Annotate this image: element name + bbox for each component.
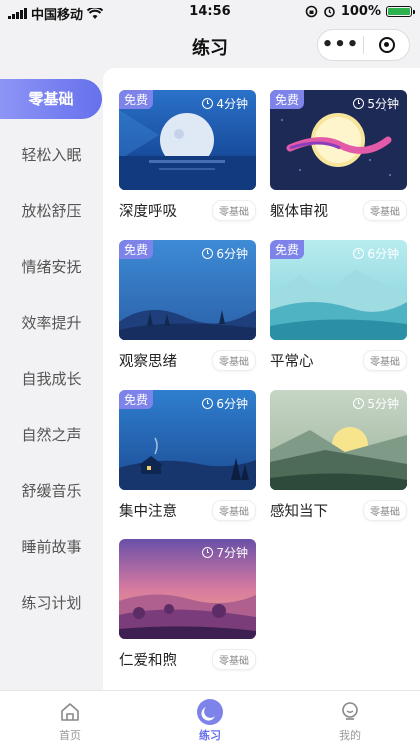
sidebar-item-efficiency[interactable]: 效率提升 xyxy=(0,303,103,343)
clock-icon xyxy=(353,248,365,259)
course-thumbnail: 7分钟 xyxy=(119,539,256,639)
free-badge: 免费 xyxy=(270,90,305,109)
duration-label: 5分钟 xyxy=(353,95,399,112)
level-tag: 零基础 xyxy=(363,500,407,521)
tab-practice[interactable]: 练习 xyxy=(140,691,280,748)
level-tag: 零基础 xyxy=(212,500,256,521)
sidebar-item-beginner[interactable]: 零基础 xyxy=(0,79,102,119)
status-bar: 中国移动 14:56 100% xyxy=(0,0,420,24)
home-icon xyxy=(61,703,79,721)
course-card-equanimity[interactable]: 免费 6分钟 平常心 零基础 xyxy=(270,240,407,371)
level-tag: 零基础 xyxy=(212,200,256,221)
tab-label: 首页 xyxy=(59,729,81,742)
duration-text: 6分钟 xyxy=(216,397,248,411)
course-thumbnail: 免费 6分钟 xyxy=(119,240,256,340)
sidebar-item-relax[interactable]: 放松舒压 xyxy=(0,191,103,231)
duration-label: 6分钟 xyxy=(202,395,248,412)
card-title: 躯体审视 xyxy=(270,204,328,220)
clock-icon xyxy=(353,98,365,109)
sidebar-item-plan[interactable]: 练习计划 xyxy=(0,583,103,623)
course-thumbnail: 免费 5分钟 xyxy=(270,90,407,190)
course-card-loving-kindness[interactable]: 7分钟 仁爱和煦 零基础 xyxy=(119,539,256,670)
course-card-observe-thoughts[interactable]: 免费 6分钟 观察思绪 零基础 xyxy=(119,240,256,371)
sidebar-item-music[interactable]: 舒缓音乐 xyxy=(0,471,103,511)
sidebar-item-nature[interactable]: 自然之声 xyxy=(0,415,103,455)
more-menu-button[interactable]: ••• xyxy=(318,31,363,59)
clock-icon xyxy=(202,398,214,409)
course-thumbnail: 免费 6分钟 xyxy=(270,240,407,340)
duration-text: 5分钟 xyxy=(367,97,399,111)
card-title: 观察思绪 xyxy=(119,354,177,370)
close-button[interactable] xyxy=(364,37,409,53)
clock-icon xyxy=(202,547,214,558)
card-title: 深度呼吸 xyxy=(119,204,177,220)
alarm-icon xyxy=(324,6,335,18)
duration-label: 6分钟 xyxy=(202,245,248,262)
course-card-body-scan[interactable]: 免费 5分钟 躯体审视 零基础 xyxy=(270,90,407,221)
free-badge: 免费 xyxy=(119,240,154,259)
battery-percent: 100% xyxy=(340,4,381,19)
level-tag: 零基础 xyxy=(363,200,407,221)
level-tag: 零基础 xyxy=(363,350,407,371)
course-card-deep-breathing[interactable]: 免费 4分钟 深度呼吸 零基础 xyxy=(119,90,256,221)
bottom-tab-bar: 首页 练习 我的 xyxy=(0,690,420,748)
duration-label: 6分钟 xyxy=(353,245,399,262)
profile-icon xyxy=(342,702,358,720)
card-title: 集中注意 xyxy=(119,504,177,520)
free-badge: 免费 xyxy=(270,240,305,259)
mini-program-capsule: ••• xyxy=(317,29,410,61)
tab-home[interactable]: 首页 xyxy=(0,691,140,748)
card-title: 仁爱和煦 xyxy=(119,653,177,669)
rotation-lock-icon xyxy=(305,5,318,18)
clock-icon xyxy=(202,248,214,259)
category-sidebar: 零基础 轻松入眠 放松舒压 情绪安抚 效率提升 自我成长 自然之声 舒缓音乐 睡… xyxy=(0,68,103,690)
tab-profile[interactable]: 我的 xyxy=(280,691,420,748)
course-card-focus[interactable]: 免费 6分钟 集中注意 零基础 xyxy=(119,390,256,521)
duration-text: 4分钟 xyxy=(216,97,248,111)
card-title: 平常心 xyxy=(270,354,314,370)
course-card-present-awareness[interactable]: 5分钟 感知当下 零基础 xyxy=(270,390,407,521)
course-thumbnail: 5分钟 xyxy=(270,390,407,490)
course-grid: 免费 4分钟 深度呼吸 零基础 免费 5分钟 躯体审视 零基础 免费 6分钟 观… xyxy=(103,68,420,690)
battery-icon xyxy=(386,6,415,17)
target-icon xyxy=(378,37,395,53)
level-tag: 零基础 xyxy=(212,649,256,670)
practice-icon xyxy=(197,699,223,725)
sidebar-item-emotion[interactable]: 情绪安抚 xyxy=(0,247,103,287)
clock-icon xyxy=(353,398,365,409)
course-thumbnail: 免费 6分钟 xyxy=(119,390,256,490)
duration-text: 7分钟 xyxy=(216,546,248,560)
clock-icon xyxy=(202,98,214,109)
nav-bar: 练习 ••• xyxy=(0,24,420,68)
tab-label: 练习 xyxy=(199,729,221,742)
duration-label: 7分钟 xyxy=(202,544,248,561)
sidebar-item-growth[interactable]: 自我成长 xyxy=(0,359,103,399)
course-thumbnail: 免费 4分钟 xyxy=(119,90,256,190)
card-title: 感知当下 xyxy=(270,504,328,520)
duration-text: 6分钟 xyxy=(216,247,248,261)
duration-text: 5分钟 xyxy=(367,397,399,411)
duration-label: 5分钟 xyxy=(353,395,399,412)
duration-text: 6分钟 xyxy=(367,247,399,261)
free-badge: 免费 xyxy=(119,90,154,109)
tab-label: 我的 xyxy=(339,729,361,742)
level-tag: 零基础 xyxy=(212,350,256,371)
sidebar-item-sleep[interactable]: 轻松入眠 xyxy=(0,135,103,175)
duration-label: 4分钟 xyxy=(202,95,248,112)
free-badge: 免费 xyxy=(119,390,154,409)
sidebar-item-story[interactable]: 睡前故事 xyxy=(0,527,103,567)
